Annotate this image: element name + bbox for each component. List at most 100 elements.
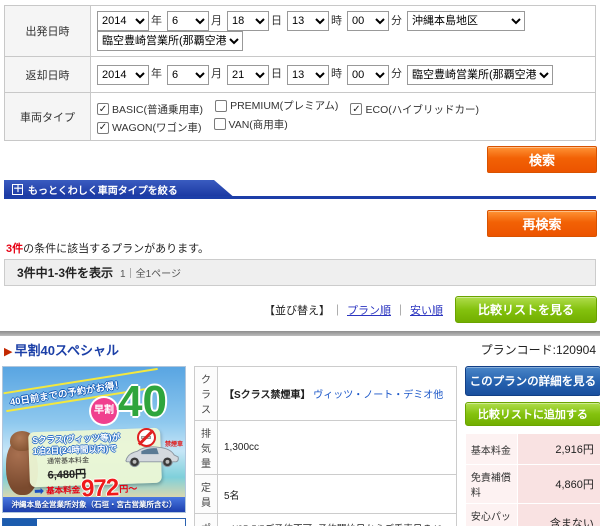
displacement-label: 排気量 (195, 421, 218, 475)
sort-row: 【並び替え】｜プラン順｜安い順 比較リストを見る (3, 296, 597, 323)
pagination-bar: 3件中1-3件を表示 1｜全1ページ (4, 259, 596, 286)
vehicle-type-van-checkbox[interactable]: VAN(商用車) (214, 117, 288, 132)
plan-right-column: このプランの詳細を見る 比較リストに追加する 基本料金 2,916円 免責補償料… (465, 366, 600, 526)
plan-left-column: 40日前までの予約がお得！ 早割 40 禁煙車 Sクラス(ヴィッツ等)が 1泊2… (2, 366, 186, 526)
separator: ｜ (395, 305, 406, 317)
return-minute-select[interactable]: 00 (347, 65, 389, 85)
capacity-label: 定員 (195, 475, 218, 514)
spec-row-displacement: 排気量 1,300cc (195, 421, 457, 475)
separator: ｜ (332, 305, 343, 317)
no-smoking-icon (137, 428, 156, 447)
checkbox-icon[interactable]: ✓ (97, 103, 109, 115)
departure-year-select[interactable]: 2014 (97, 11, 149, 31)
minute-unit-label: 分 (391, 15, 402, 27)
departure-day-select[interactable]: 18 (227, 11, 269, 31)
early-discount-badge: 早割 (91, 398, 117, 424)
checkbox-label: ECO(ハイブリッドカー) (365, 102, 479, 117)
checkbox-label: VAN(商用車) (229, 117, 288, 132)
plan-detail-button[interactable]: このプランの詳細を見る (465, 366, 600, 396)
return-office-select[interactable]: 臨空豊崎営業所(那覇空港) (407, 65, 553, 85)
sort-label: 【並び替え】 (264, 305, 330, 317)
research-button[interactable]: 再検索 (487, 210, 597, 237)
price-row-base: 基本料金 2,916円 (465, 434, 600, 465)
class-label: クラス (195, 367, 218, 421)
car-models-link[interactable]: ヴィッツ・ノート・デミオ他 (313, 390, 443, 401)
plan-title-text: 早割40スペシャル (14, 343, 119, 358)
price-label: 免責補償料 (465, 465, 517, 504)
month-unit-label: 月 (211, 15, 222, 27)
spec-row-points: ポイント ■4/25-5/5ご予約不可■予約開始日からご乗車日の40日前までにご… (195, 514, 457, 526)
departure-row: 出発日時 2014年6月18日13時00分沖縄本島地区 臨空豊崎営業所(那覇空港… (5, 6, 596, 57)
hour-unit-label: 時 (331, 68, 342, 80)
spec-row-capacity: 定員 5名 (195, 475, 457, 514)
points-label: ポイント (195, 514, 218, 526)
return-hour-select[interactable]: 13 (287, 65, 329, 85)
departure-hour-select[interactable]: 13 (287, 11, 329, 31)
minute-unit-label: 分 (391, 68, 402, 80)
rental-search-page: 出発日時 2014年6月18日13時00分沖縄本島地区 臨空豊崎営業所(那覇空港… (0, 0, 600, 526)
plan-card: 40日前までの予約がお得！ 早割 40 禁煙車 Sクラス(ヴィッツ等)が 1泊2… (2, 366, 598, 526)
departure-office-select[interactable]: 臨空豊崎営業所(那覇空港) (97, 31, 243, 51)
checkbox-icon[interactable] (215, 100, 227, 112)
capacity-value: 5名 (218, 475, 457, 514)
checkbox-icon[interactable] (214, 118, 226, 130)
promo-footer-band: 沖縄本島全営業所対象（石垣・宮古営業所含む） (3, 497, 185, 512)
day-unit-label: 日 (271, 15, 282, 27)
vehicle-type-label: 車両タイプ (5, 93, 91, 141)
filter-expand-tab[interactable]: ＋ もっとくわしく車両タイプを絞る (4, 180, 236, 199)
vehicle-type-basic-checkbox[interactable]: ✓BASIC(普通乗用車) (97, 102, 203, 117)
return-day-select[interactable]: 21 (227, 65, 269, 85)
spec-row-class: クラス 【Sクラス禁煙車】 ヴィッツ・ノート・デミオ他 (195, 367, 457, 421)
plan-header: ▶早割40スペシャル プランコード:120904 (4, 340, 596, 358)
add-to-compare-button[interactable]: 比較リストに追加する (465, 402, 600, 426)
vehicle-type-options: ✓BASIC(普通乗用車) PREMIUM(プレミアム) ✓ECO(ハイブリッド… (91, 93, 596, 141)
result-count-line: 3件の条件に該当するプランがあります。 (6, 240, 594, 256)
price-label: 安心パック (465, 504, 517, 526)
checkbox-icon[interactable]: ✓ (350, 103, 362, 115)
return-year-select[interactable]: 2014 (97, 65, 149, 85)
vehicle-type-premium-checkbox[interactable]: PREMIUM(プレミアム) (215, 98, 338, 113)
filter-bar-label: もっとくわしく車両タイプを絞る (28, 182, 178, 197)
price-row-anshin-pack: 安心パック 含まない (465, 504, 600, 526)
vehicle-type-wagon-checkbox[interactable]: ✓WAGON(ワゴン車) (97, 120, 201, 135)
checkbox-label: WAGON(ワゴン車) (112, 120, 201, 135)
base-price-label: 基本料金 (46, 484, 80, 497)
departure-label: 出発日時 (5, 6, 91, 57)
price-value: 2,916円 (517, 434, 600, 465)
plan-title: ▶早割40スペシャル (4, 340, 119, 359)
sort-by-plan-link[interactable]: プラン順 (347, 305, 391, 317)
promo-banner-image: 40日前までの予約がお得！ 早割 40 禁煙車 Sクラス(ヴィッツ等)が 1泊2… (2, 366, 186, 513)
discount-days-number: 40 (118, 380, 167, 424)
return-fields: 2014年6月 21日 13時 00分臨空豊崎営業所(那覇空港) (91, 57, 596, 93)
availability-status: ○ 空車あり ご予約可能 (2, 518, 186, 526)
price-value: 含まない (517, 504, 600, 526)
arrow-right-icon: ▶ (4, 346, 12, 358)
result-range-text: 3件中1-3件を表示 (17, 264, 113, 281)
sort-by-price-link[interactable]: 安い順 (410, 305, 443, 317)
return-month-select[interactable]: 6 (167, 65, 209, 85)
price-table: 基本料金 2,916円 免責補償料 4,860円 安心パック 含まない 合計料金… (465, 433, 600, 526)
checkbox-label: BASIC(普通乗用車) (112, 102, 203, 117)
available-circle-icon: ○ (3, 519, 37, 526)
checkbox-icon[interactable]: ✓ (97, 122, 109, 134)
section-divider (0, 331, 600, 336)
points-value: ■4/25-5/5ご予約不可■予約開始日からご乗車日の40日前までにご予約すると… (218, 514, 457, 526)
departure-area-select[interactable]: 沖縄本島地区 (407, 11, 525, 31)
search-button[interactable]: 検索 (487, 146, 597, 173)
hour-unit-label: 時 (331, 15, 342, 27)
yen-suffix: 円～ (119, 481, 137, 495)
departure-month-select[interactable]: 6 (167, 11, 209, 31)
month-unit-label: 月 (211, 68, 222, 80)
plan-spec-table: クラス 【Sクラス禁煙車】 ヴィッツ・ノート・デミオ他 排気量 1,300cc … (194, 366, 457, 526)
departure-fields: 2014年6月18日13時00分沖縄本島地区 臨空豊崎営業所(那覇空港) (91, 6, 596, 57)
departure-minute-select[interactable]: 00 (347, 11, 389, 31)
day-unit-label: 日 (271, 68, 282, 80)
result-count: 3件 (6, 243, 23, 255)
page-info-text: 1｜全1ページ (120, 265, 181, 280)
return-label: 返却日時 (5, 57, 91, 93)
year-unit-label: 年 (151, 68, 162, 80)
view-compare-list-button[interactable]: 比較リストを見る (455, 296, 597, 323)
no-smoking-car-label: 禁煙車 (165, 439, 183, 448)
class-name: 【Sクラス禁煙車】 (224, 390, 310, 401)
vehicle-type-eco-checkbox[interactable]: ✓ECO(ハイブリッドカー) (350, 102, 479, 117)
